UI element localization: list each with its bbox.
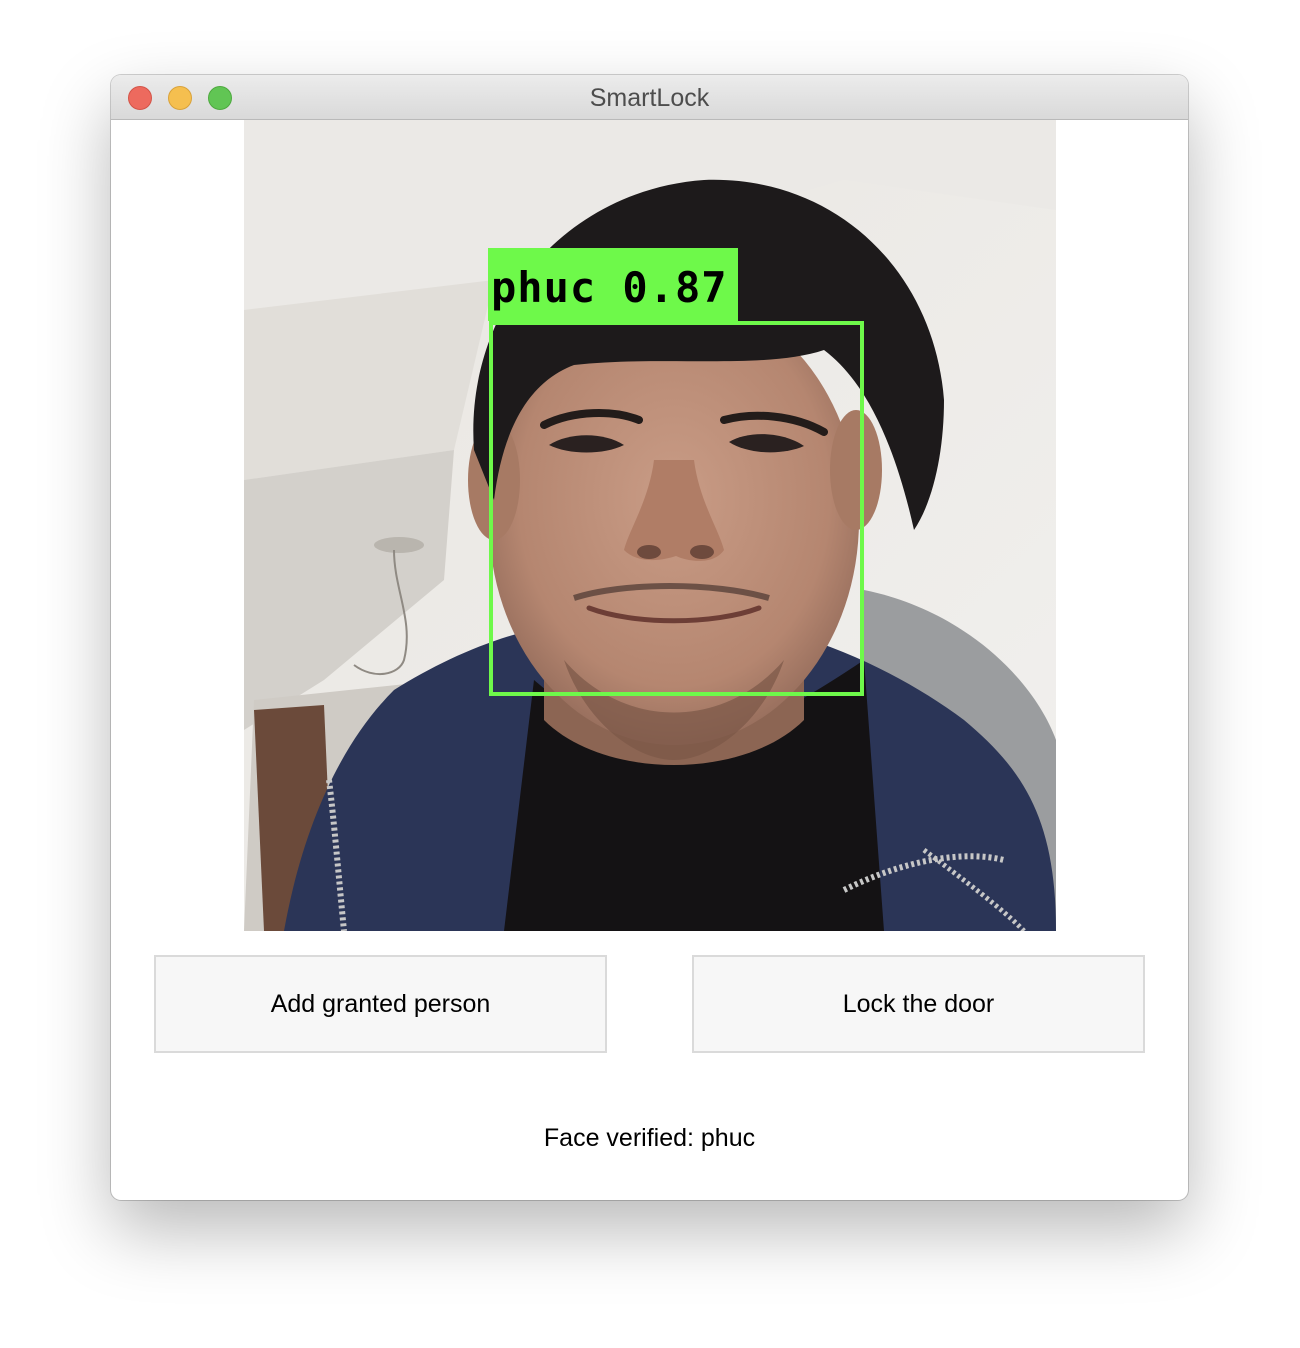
face-bounding-box — [489, 321, 864, 696]
smartlock-window: SmartLock phuc 0.87 Add granted person L… — [111, 75, 1188, 1200]
camera-feed: phuc 0.87 — [244, 120, 1056, 931]
add-granted-person-button[interactable]: Add granted person — [154, 955, 607, 1053]
window-title: SmartLock — [589, 84, 710, 112]
face-detection-label: phuc 0.87 — [488, 248, 738, 321]
title-bar[interactable]: SmartLock — [111, 75, 1188, 120]
lock-door-button[interactable]: Lock the door — [692, 955, 1145, 1053]
status-message: Face verified: phuc — [543, 1124, 756, 1152]
